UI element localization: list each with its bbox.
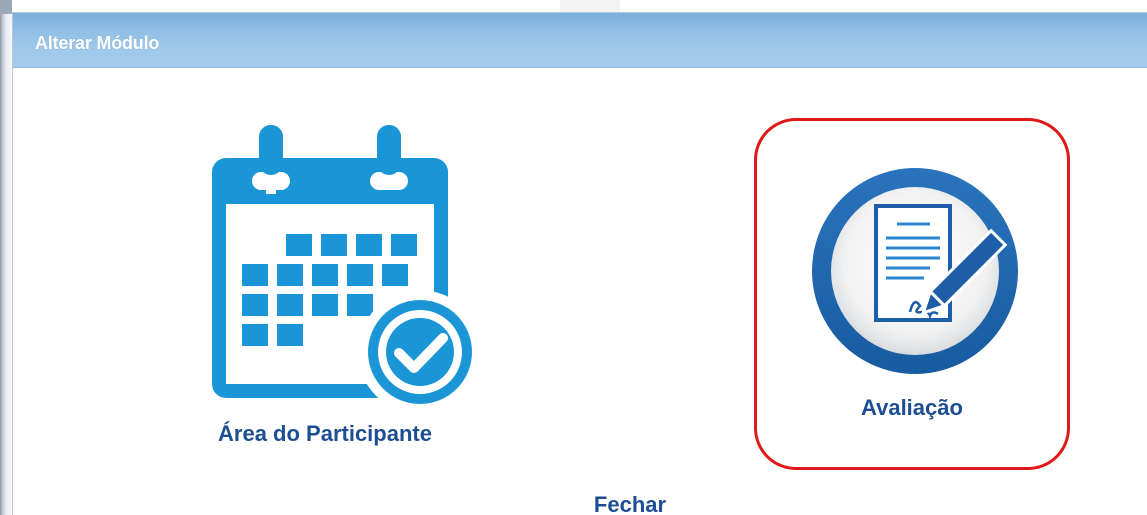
calendar-check-icon	[190, 120, 482, 414]
module-area-do-participante[interactable]: Área do Participante	[180, 110, 482, 460]
dialog-titlebar: Alterar Módulo	[13, 13, 1147, 68]
background-window-edge	[0, 14, 12, 515]
module-avaliacao[interactable]: Avaliação	[754, 118, 1074, 474]
close-button[interactable]: Fechar	[540, 492, 720, 515]
document-signature-icon	[810, 166, 1020, 376]
dialog-title: Alterar Módulo	[35, 33, 160, 53]
module-label-avaliacao: Avaliação	[861, 395, 963, 420]
module-label-area-do-participante: Área do Participante	[218, 421, 432, 446]
page: Alterar Módulo Área do Participante Aval…	[0, 0, 1147, 515]
